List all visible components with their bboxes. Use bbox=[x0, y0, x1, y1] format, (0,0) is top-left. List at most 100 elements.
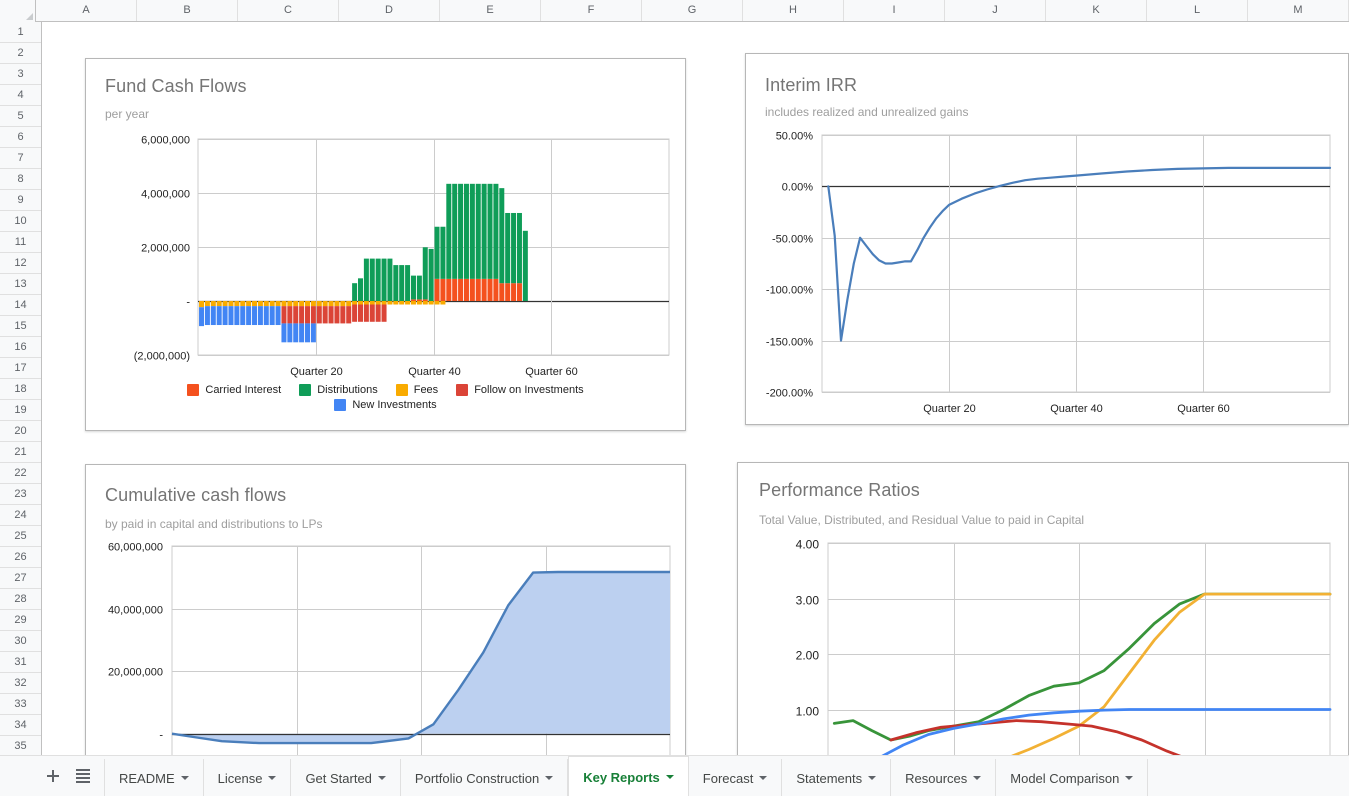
chevron-down-icon[interactable] bbox=[268, 776, 276, 780]
bar-segment bbox=[364, 301, 369, 305]
all-sheets-button[interactable] bbox=[68, 761, 98, 791]
bar-segment bbox=[476, 184, 481, 279]
sheet-tabs: READMELicenseGet StartedPortfolio Constr… bbox=[104, 756, 1148, 796]
add-sheet-button[interactable] bbox=[38, 761, 68, 791]
legend-item-distributions[interactable]: Distributions bbox=[299, 384, 378, 396]
row-header-18[interactable]: 18 bbox=[0, 379, 41, 400]
chart-card-cumulative-cash-flows[interactable]: Cumulative cash flows by paid in capital… bbox=[85, 464, 686, 755]
row-header-26[interactable]: 26 bbox=[0, 547, 41, 568]
row-header-24[interactable]: 24 bbox=[0, 505, 41, 526]
row-header-20[interactable]: 20 bbox=[0, 421, 41, 442]
bar-segment bbox=[281, 323, 286, 342]
legend-item-new-investments[interactable]: New Investments bbox=[334, 399, 436, 411]
column-header-e[interactable]: E bbox=[440, 0, 541, 21]
row-header-16[interactable]: 16 bbox=[0, 337, 41, 358]
row-header-33[interactable]: 33 bbox=[0, 694, 41, 715]
column-header-l[interactable]: L bbox=[1147, 0, 1248, 21]
sheet-tab-readme[interactable]: README bbox=[104, 759, 204, 796]
column-header-c[interactable]: C bbox=[238, 0, 339, 21]
chevron-down-icon[interactable] bbox=[973, 776, 981, 780]
bar-segment bbox=[299, 306, 304, 323]
row-header-13[interactable]: 13 bbox=[0, 274, 41, 295]
bar-segment bbox=[511, 283, 516, 301]
bar-segment bbox=[435, 301, 440, 305]
row-header-1[interactable]: 1 bbox=[0, 22, 41, 43]
row-header-9[interactable]: 9 bbox=[0, 190, 41, 211]
row-header-30[interactable]: 30 bbox=[0, 631, 41, 652]
sheet-tab-portfolio-construction[interactable]: Portfolio Construction bbox=[401, 759, 568, 796]
chevron-down-icon[interactable] bbox=[545, 776, 553, 780]
row-header-28[interactable]: 28 bbox=[0, 589, 41, 610]
row-header-15[interactable]: 15 bbox=[0, 316, 41, 337]
row-header-6[interactable]: 6 bbox=[0, 127, 41, 148]
row-header-11[interactable]: 11 bbox=[0, 232, 41, 253]
sheet-tab-statements[interactable]: Statements bbox=[782, 759, 891, 796]
row-header-25[interactable]: 25 bbox=[0, 526, 41, 547]
sheet-tab-key-reports[interactable]: Key Reports bbox=[568, 756, 689, 796]
legend-item-carried-interest[interactable]: Carried Interest bbox=[187, 384, 281, 396]
row-header-35[interactable]: 35 bbox=[0, 736, 41, 757]
bar-segment bbox=[334, 301, 339, 306]
column-header-b[interactable]: B bbox=[137, 0, 238, 21]
row-header-10[interactable]: 10 bbox=[0, 211, 41, 232]
row-header-3[interactable]: 3 bbox=[0, 64, 41, 85]
column-header-a[interactable]: A bbox=[36, 0, 137, 21]
column-header-h[interactable]: H bbox=[743, 0, 844, 21]
sheet-tab-license[interactable]: License bbox=[204, 759, 292, 796]
bar-segment bbox=[358, 301, 363, 305]
column-header-d[interactable]: D bbox=[339, 0, 440, 21]
bar-segment bbox=[387, 259, 392, 301]
chart-card-interim-irr[interactable]: Interim IRR includes realized and unreal… bbox=[745, 53, 1349, 425]
column-header-f[interactable]: F bbox=[541, 0, 642, 21]
row-header-34[interactable]: 34 bbox=[0, 715, 41, 736]
sheet-tab-label: Model Comparison bbox=[1010, 771, 1119, 786]
bar-segment bbox=[270, 306, 275, 325]
chevron-down-icon[interactable] bbox=[868, 776, 876, 780]
row-header-31[interactable]: 31 bbox=[0, 652, 41, 673]
row-header-7[interactable]: 7 bbox=[0, 148, 41, 169]
sheet-tab-forecast[interactable]: Forecast bbox=[689, 759, 783, 796]
bar-segment bbox=[376, 301, 381, 305]
row-header-14[interactable]: 14 bbox=[0, 295, 41, 316]
column-header-k[interactable]: K bbox=[1046, 0, 1147, 21]
row-header-5[interactable]: 5 bbox=[0, 106, 41, 127]
bar-segment bbox=[423, 299, 428, 301]
sheet-tab-get-started[interactable]: Get Started bbox=[291, 759, 400, 796]
column-header-j[interactable]: J bbox=[945, 0, 1046, 21]
row-header-32[interactable]: 32 bbox=[0, 673, 41, 694]
bar-segment bbox=[199, 307, 204, 326]
row-header-27[interactable]: 27 bbox=[0, 568, 41, 589]
select-all-corner[interactable] bbox=[0, 0, 36, 22]
bar-segment bbox=[382, 305, 387, 322]
row-header-2[interactable]: 2 bbox=[0, 43, 41, 64]
row-header-29[interactable]: 29 bbox=[0, 610, 41, 631]
chevron-down-icon[interactable] bbox=[1125, 776, 1133, 780]
row-header-22[interactable]: 22 bbox=[0, 463, 41, 484]
row-header-17[interactable]: 17 bbox=[0, 358, 41, 379]
chevron-down-icon[interactable] bbox=[378, 776, 386, 780]
bar-segment bbox=[246, 301, 251, 306]
chart-card-performance-ratios[interactable]: Performance Ratios Total Value, Distribu… bbox=[737, 462, 1349, 755]
row-header-4[interactable]: 4 bbox=[0, 85, 41, 106]
chevron-down-icon[interactable] bbox=[181, 776, 189, 780]
row-header-23[interactable]: 23 bbox=[0, 484, 41, 505]
column-header-g[interactable]: G bbox=[642, 0, 743, 21]
legend-item-follow-on-investments[interactable]: Follow on Investments bbox=[456, 384, 583, 396]
row-header-12[interactable]: 12 bbox=[0, 253, 41, 274]
column-header-i[interactable]: I bbox=[844, 0, 945, 21]
chevron-down-icon[interactable] bbox=[666, 775, 674, 779]
column-header-m[interactable]: M bbox=[1248, 0, 1349, 21]
sheet-tab-model-comparison[interactable]: Model Comparison bbox=[996, 759, 1148, 796]
row-header-8[interactable]: 8 bbox=[0, 169, 41, 190]
hamburger-icon bbox=[76, 769, 90, 783]
row-header-19[interactable]: 19 bbox=[0, 400, 41, 421]
bar-segment bbox=[258, 306, 263, 325]
legend-item-fees[interactable]: Fees bbox=[396, 384, 438, 396]
sheet-tab-resources[interactable]: Resources bbox=[891, 759, 996, 796]
row-header-21[interactable]: 21 bbox=[0, 442, 41, 463]
chart-card-fund-cash-flows[interactable]: Fund Cash Flows per year 6,000,0004,000,… bbox=[85, 58, 686, 431]
chevron-down-icon[interactable] bbox=[759, 776, 767, 780]
bar-segment bbox=[228, 306, 233, 325]
bar-segment bbox=[399, 301, 404, 305]
bar-segment bbox=[499, 283, 504, 301]
